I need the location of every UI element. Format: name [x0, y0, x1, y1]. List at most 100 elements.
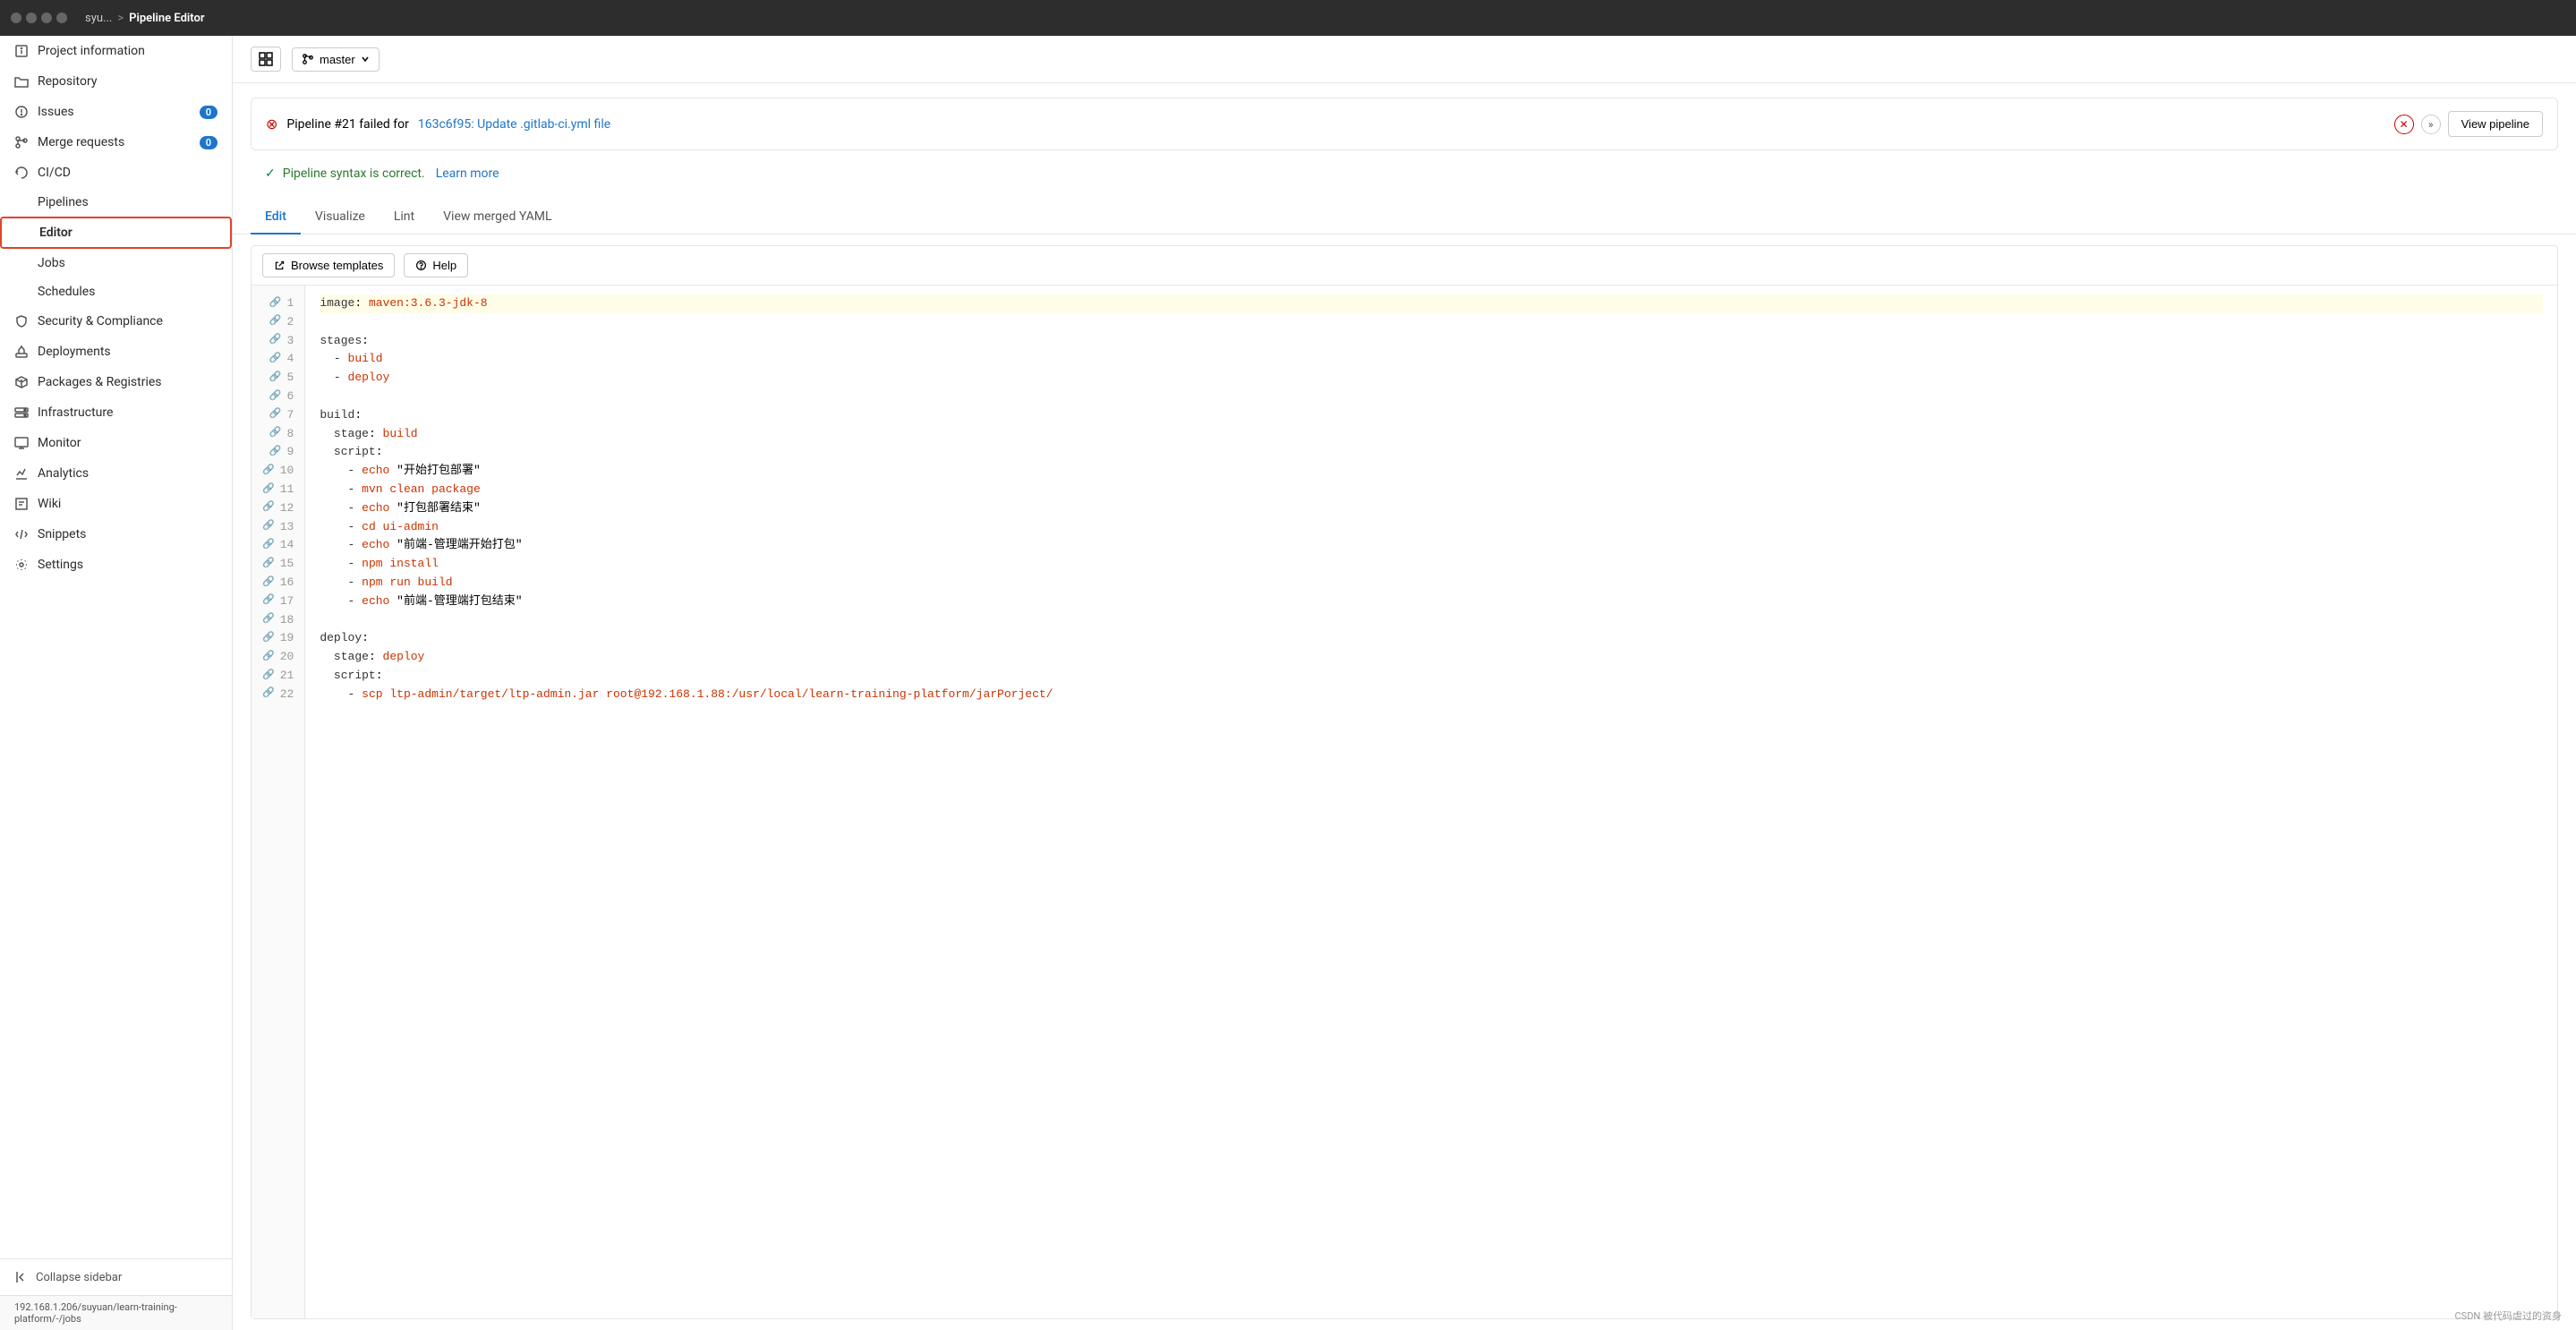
sidebar-item-label: Settings: [38, 558, 83, 572]
main-content: master ⊗ Pipeline #21 failed for 163c6f9…: [233, 36, 2576, 1330]
sidebar-sub-label: Schedules: [38, 285, 95, 299]
code-line: - echo "前端-管理端打包结束": [320, 593, 2543, 611]
success-text: Pipeline syntax is correct.: [283, 166, 425, 181]
layout-toggle-button[interactable]: [251, 47, 281, 72]
help-icon: [415, 260, 427, 271]
dismiss-button[interactable]: ✕: [2394, 115, 2414, 134]
sidebar-item-analytics[interactable]: Analytics: [0, 458, 232, 489]
error-circle-icon: ⊗: [266, 115, 277, 132]
sidebar-item-label: Deployments: [38, 345, 111, 359]
breadcrumb-prefix: syu...: [85, 12, 112, 25]
info-icon: [14, 44, 29, 58]
sidebar-sub-label: Editor: [39, 226, 73, 240]
snippets-icon: [14, 527, 29, 541]
view-pipeline-button[interactable]: View pipeline: [2448, 111, 2543, 137]
analytics-icon: [14, 466, 29, 481]
sidebar-item-label: Infrastructure: [38, 405, 113, 420]
editor-container: Browse templates Help 🔗1🔗2🔗3🔗4🔗5🔗6🔗7🔗8🔗9…: [251, 245, 2558, 1319]
help-button[interactable]: Help: [404, 253, 468, 277]
code-line: stage: deploy: [320, 648, 2543, 667]
alert-message: ⊗ Pipeline #21 failed for 163c6f95: Upda…: [266, 115, 610, 132]
sidebar-url-text: 192.168.1.206/suyuan/learn-training-plat…: [14, 1301, 177, 1325]
collapse-sidebar-button[interactable]: Collapse sidebar: [0, 1258, 232, 1295]
code-editor[interactable]: 🔗1🔗2🔗3🔗4🔗5🔗6🔗7🔗8🔗9🔗10🔗11🔗12🔗13🔗14🔗15🔗16🔗…: [252, 286, 2557, 1318]
sidebar-item-infrastructure[interactable]: Infrastructure: [0, 397, 232, 428]
package-icon: [14, 375, 29, 389]
tab-lint[interactable]: Lint: [380, 200, 429, 234]
collapse-label: Collapse sidebar: [36, 1271, 122, 1284]
code-line: [320, 611, 2543, 630]
window-controls: [11, 13, 67, 23]
monitor-icon: [14, 436, 29, 450]
browse-templates-label: Browse templates: [291, 259, 383, 272]
code-line: - npm run build: [320, 574, 2543, 593]
sidebar-item-monitor[interactable]: Monitor: [0, 428, 232, 458]
breadcrumb: syu... > Pipeline Editor: [85, 12, 205, 25]
editor-tabs: Edit Visualize Lint View merged YAML: [233, 200, 2576, 234]
dot-2: [26, 13, 37, 23]
code-content[interactable]: image: maven:3.6.3-jdk-8 stages: - build…: [305, 286, 2557, 1318]
sidebar-item-repository[interactable]: Repository: [0, 66, 232, 97]
sidebar-item-issues[interactable]: Issues 0: [0, 97, 232, 127]
sidebar-item-snippets[interactable]: Snippets: [0, 519, 232, 550]
chevron-down-icon: [361, 55, 370, 64]
tab-edit[interactable]: Edit: [251, 200, 301, 234]
forward-button[interactable]: »: [2421, 115, 2441, 134]
tab-view-merged[interactable]: View merged YAML: [429, 200, 566, 234]
sidebar-item-label: Repository: [38, 74, 97, 89]
infra-icon: [14, 405, 29, 420]
sidebar-item-merge-requests[interactable]: Merge requests 0: [0, 127, 232, 158]
code-line: - deploy: [320, 369, 2543, 388]
sidebar-sub-schedules[interactable]: Schedules: [0, 277, 232, 306]
wiki-icon: [14, 497, 29, 511]
branch-selector[interactable]: master: [292, 47, 380, 72]
code-line: - scp ltp-admin/target/ltp-admin.jar roo…: [320, 686, 2543, 704]
sidebar-item-label: Monitor: [38, 436, 81, 450]
alert-actions: ✕ » View pipeline: [2394, 111, 2543, 137]
folder-icon: [14, 74, 29, 89]
sidebar-item-label: Issues: [38, 105, 74, 119]
top-bar: syu... > Pipeline Editor: [0, 0, 2576, 36]
code-line: - echo "前端-管理端开始打包": [320, 536, 2543, 555]
content-header: master: [233, 36, 2576, 83]
sidebar-sub-editor[interactable]: Editor: [0, 217, 232, 249]
watermark: CSDN 被代码虐过的资身: [2455, 1309, 2563, 1323]
learn-more-link[interactable]: Learn more: [436, 166, 499, 181]
sidebar-sub-label: Jobs: [38, 256, 65, 270]
deploy-icon: [14, 345, 29, 359]
help-label: Help: [432, 259, 456, 272]
sidebar-item-project-info[interactable]: Project information: [0, 36, 232, 66]
code-line: - mvn clean package: [320, 481, 2543, 499]
sidebar-item-deployments[interactable]: Deployments: [0, 337, 232, 367]
issues-icon: [14, 105, 29, 119]
shield-icon: [14, 314, 29, 328]
sidebar-item-security[interactable]: Security & Compliance: [0, 306, 232, 337]
code-line: - build: [320, 350, 2543, 369]
sidebar-item-label: Security & Compliance: [38, 314, 163, 328]
alert-commit-link[interactable]: 163c6f95: Update .gitlab-ci.yml file: [418, 117, 610, 132]
sidebar-item-cicd[interactable]: CI/CD: [0, 158, 232, 188]
sidebar-item-settings[interactable]: Settings: [0, 550, 232, 580]
dot-4: [56, 13, 67, 23]
checkmark-icon: ✓: [265, 166, 276, 181]
sidebar-item-label: Analytics: [38, 466, 89, 481]
sidebar-item-wiki[interactable]: Wiki: [0, 489, 232, 519]
code-line: - echo "开始打包部署": [320, 462, 2543, 481]
collapse-icon: [14, 1270, 29, 1284]
code-line: - echo "打包部署结束": [320, 499, 2543, 518]
code-line: image: maven:3.6.3-jdk-8: [320, 294, 2543, 313]
sidebar: Project information Repository Issues 0: [0, 36, 233, 1330]
tab-visualize[interactable]: Visualize: [301, 200, 380, 234]
cicd-icon: [14, 166, 29, 180]
sidebar-sub-pipelines[interactable]: Pipelines: [0, 188, 232, 217]
sidebar-url: 192.168.1.206/suyuan/learn-training-plat…: [0, 1295, 232, 1330]
breadcrumb-separator: >: [117, 12, 124, 25]
merge-badge: 0: [200, 136, 218, 149]
sidebar-item-packages[interactable]: Packages & Registries: [0, 367, 232, 397]
code-line: [320, 313, 2543, 332]
alert-text: Pipeline #21 failed for: [286, 117, 408, 132]
sidebar-sub-label: Pipelines: [38, 195, 89, 209]
browse-templates-button[interactable]: Browse templates: [262, 253, 395, 277]
sidebar-sub-jobs[interactable]: Jobs: [0, 249, 232, 277]
sidebar-item-label: Packages & Registries: [38, 375, 162, 389]
